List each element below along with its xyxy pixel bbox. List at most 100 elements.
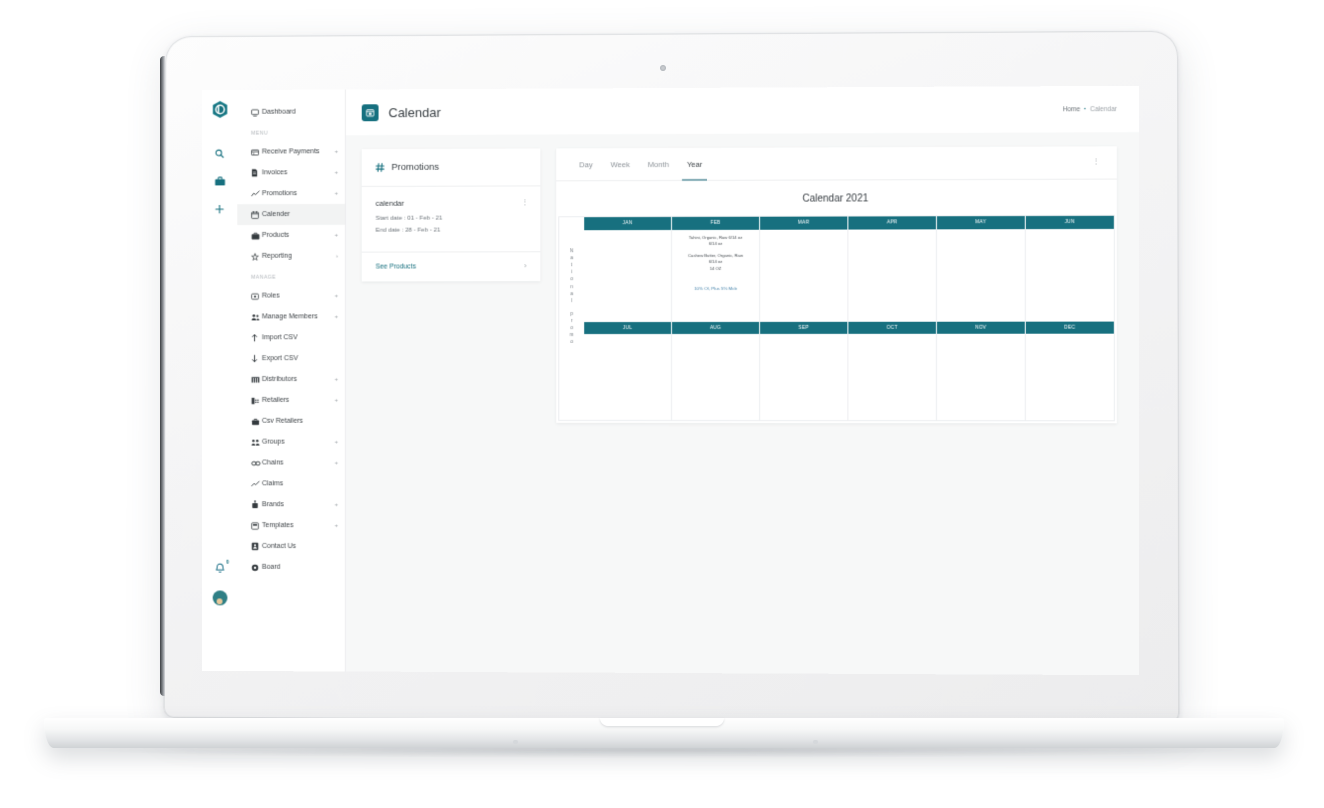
product-size: 6/14 oz: [708, 240, 723, 246]
briefcase-icon[interactable]: [214, 176, 225, 186]
sidebar-item-groups[interactable]: Groups +: [237, 432, 345, 453]
sidebar-item-distributors[interactable]: Distributors +: [237, 369, 345, 390]
sidebar-section-manage: MANAGE: [251, 274, 276, 281]
laptop-base-notch: [600, 718, 724, 726]
expand-icon[interactable]: +: [335, 397, 338, 403]
sidebar-item-contact-us[interactable]: Contact Us: [237, 536, 345, 557]
promotions-title: Promotions: [391, 161, 440, 173]
month-header-dec[interactable]: DEC: [1025, 321, 1114, 334]
sidebar-item-csv-retailers[interactable]: Csv Retailers: [237, 411, 345, 432]
avatar[interactable]: [212, 590, 227, 606]
month-header-jul[interactable]: JUL: [584, 321, 672, 335]
promotion-list-item[interactable]: calendar Start date : 01 - Feb - 21 End …: [361, 186, 541, 253]
sidebar-item-label: Products: [261, 231, 290, 239]
sidebar-item-claims[interactable]: Claims: [237, 473, 345, 494]
expand-icon[interactable]: +: [335, 439, 338, 445]
expand-icon[interactable]: +: [335, 314, 338, 320]
calendar-cell-nov[interactable]: [936, 333, 1026, 421]
sidebar-item-label: Chains: [261, 459, 284, 467]
sidebar-item-label: Roles: [261, 292, 280, 300]
calendar-cell-dec[interactable]: [1026, 334, 1114, 421]
sidebar-item-board[interactable]: Board: [237, 557, 345, 578]
sidebar-item-dashboard[interactable]: Dashboard: [237, 101, 345, 122]
month-header-feb[interactable]: FEB: [671, 216, 761, 230]
calendar-cell-apr[interactable]: [848, 228, 937, 322]
calendar-year-title: Calendar 2021: [802, 193, 869, 205]
expand-icon[interactable]: +: [335, 523, 338, 529]
month-header-mar[interactable]: MAR: [760, 216, 849, 230]
sidebar-item-receive-payments[interactable]: Receive Payments +: [237, 141, 345, 162]
sidebar-item-brands[interactable]: Brands +: [237, 494, 345, 515]
expand-icon[interactable]: +: [335, 293, 338, 299]
sidebar-item-templates[interactable]: Templates +: [237, 515, 345, 536]
calendar-cell-oct[interactable]: [848, 333, 937, 421]
groups-icon: [251, 438, 262, 446]
calendar-cell-jan[interactable]: [584, 229, 672, 322]
month-header-jan[interactable]: JAN: [584, 216, 672, 230]
month-header-aug[interactable]: AUG: [671, 321, 761, 334]
calendar-cell-mar[interactable]: [760, 229, 849, 322]
sidebar-item-label: Distributors: [261, 376, 297, 383]
calendar-cell-may[interactable]: [936, 228, 1026, 322]
expand-icon[interactable]: +: [335, 377, 338, 383]
expand-icon[interactable]: +: [335, 460, 338, 466]
expand-icon[interactable]: +: [335, 502, 338, 508]
sidebar-item-label: Groups: [261, 438, 285, 446]
sidebar-item-invoices[interactable]: Invoices +: [237, 162, 345, 183]
see-products-row[interactable]: See Products ›: [362, 252, 541, 281]
expand-icon[interactable]: +: [335, 149, 338, 155]
sidebar-item-export-csv[interactable]: Export CSV: [237, 348, 345, 369]
promotions-card-header: Promotions: [361, 148, 541, 187]
sidebar-item-promotions[interactable]: Promotions +: [237, 183, 345, 204]
calendar-cell-feb[interactable]: Tahini, Organic, Raw 6/14 oz 6/14 oz Cas…: [671, 229, 761, 322]
month-header-row-first: JAN FEB MAR APR MAY JUN: [584, 215, 1114, 230]
chains-icon: [251, 460, 262, 466]
expand-icon[interactable]: +: [335, 232, 338, 238]
roles-icon: [251, 292, 262, 300]
breadcrumb-home[interactable]: Home: [1063, 106, 1081, 113]
promotions-card: Promotions calendar Start date : 01 - Fe…: [361, 148, 541, 282]
calendar-cell-jul[interactable]: [584, 333, 672, 421]
tab-year[interactable]: Year: [678, 147, 711, 180]
sidebar-item-chains[interactable]: Chains +: [237, 453, 345, 474]
sidebar-item-roles[interactable]: Roles +: [237, 285, 345, 306]
tab-month[interactable]: Month: [639, 147, 678, 180]
calendar-cell-aug[interactable]: [671, 333, 761, 421]
chevron-right-icon: ›: [524, 263, 527, 271]
calendar-cell-sep[interactable]: [760, 333, 849, 421]
expand-icon[interactable]: +: [335, 170, 338, 176]
month-header-sep[interactable]: SEP: [760, 321, 849, 334]
sidebar-item-retailers[interactable]: Retailers +: [237, 390, 345, 411]
tab-day[interactable]: Day: [570, 148, 601, 181]
calendar-cell-jun[interactable]: [1026, 228, 1114, 321]
calendar-page-icon: [361, 103, 379, 121]
sidebar-item-manage-members[interactable]: Manage Members +: [237, 306, 345, 327]
webcam-icon: [660, 65, 666, 71]
promotion-options-icon[interactable]: ⋮: [521, 199, 528, 206]
sidebar-item-import-csv[interactable]: Import CSV: [237, 327, 345, 348]
sidebar-item-reporting[interactable]: Reporting ›: [237, 246, 345, 267]
calendar-view-tabs: Day Week Month Year ⋮: [556, 146, 1117, 182]
notifications-bell-icon[interactable]: 0: [214, 560, 229, 575]
invoice-icon: [251, 168, 262, 177]
brand-logo-icon[interactable]: [211, 100, 228, 124]
expand-icon[interactable]: +: [335, 191, 338, 197]
board-icon: [251, 563, 262, 571]
see-products-link[interactable]: See Products: [376, 263, 416, 270]
page-header: Calendar Home ▪ Calendar: [345, 85, 1140, 136]
sidebar-item-calender[interactable]: Calender: [237, 203, 345, 226]
notification-badge: 0: [226, 559, 229, 566]
month-header-jun[interactable]: JUN: [1025, 215, 1114, 229]
add-icon[interactable]: [215, 204, 225, 214]
month-header-oct[interactable]: OCT: [848, 321, 937, 334]
month-header-apr[interactable]: APR: [848, 216, 937, 230]
month-header-may[interactable]: MAY: [936, 216, 1026, 229]
search-icon[interactable]: [215, 149, 225, 159]
month-header-nov[interactable]: NOV: [936, 321, 1026, 334]
sidebar-item-products[interactable]: Products +: [237, 225, 345, 246]
sidebar-item-label: Reporting: [261, 252, 292, 260]
calendar-options-icon[interactable]: ⋮: [1093, 158, 1103, 165]
tab-week[interactable]: Week: [602, 148, 639, 181]
calendar-row-label: National promo: [558, 216, 585, 421]
expand-icon[interactable]: ›: [336, 253, 338, 259]
